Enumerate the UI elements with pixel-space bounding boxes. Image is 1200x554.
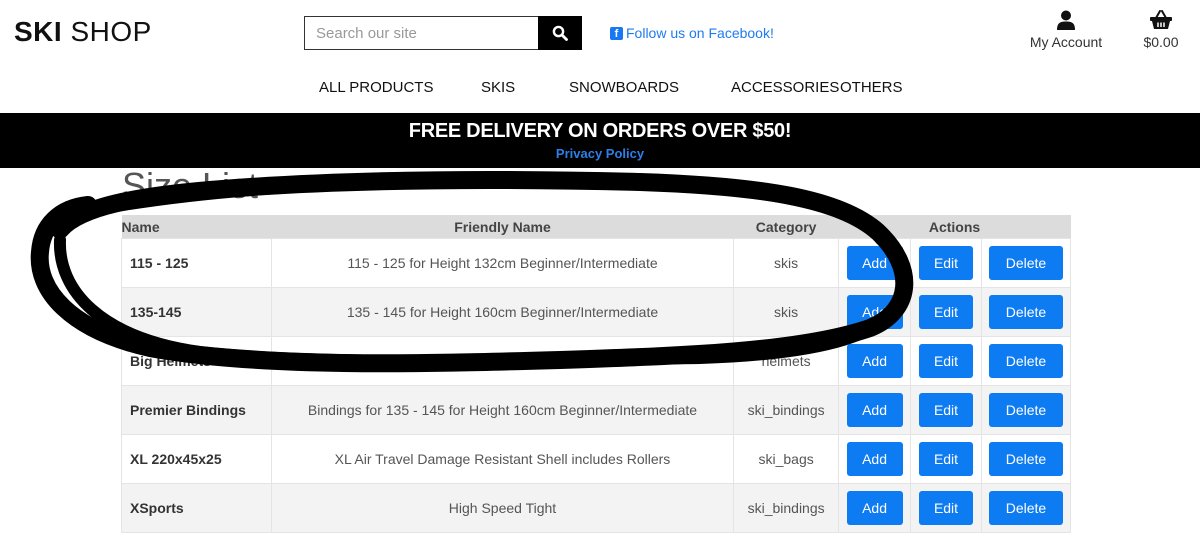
edit-button[interactable]: Edit <box>919 246 973 280</box>
logo-light-text: SHOP <box>70 16 152 47</box>
delete-cell: Delete <box>980 287 1072 337</box>
add-button[interactable]: Add <box>846 246 903 280</box>
search-input[interactable] <box>304 16 538 50</box>
search-button[interactable] <box>538 16 582 50</box>
edit-button[interactable]: Edit <box>919 491 973 525</box>
category: ski_bindings <box>733 483 840 533</box>
category: ski_bindings <box>733 385 840 435</box>
user-icon <box>1057 10 1075 30</box>
edit-button[interactable]: Edit <box>919 344 973 378</box>
edit-button[interactable]: Edit <box>919 393 973 427</box>
edit-cell: Edit <box>910 483 982 533</box>
my-account-label: My Account <box>1029 34 1103 50</box>
delete-cell: Delete <box>980 385 1072 435</box>
logo-bold-text: SKI <box>14 16 63 47</box>
search-form <box>304 16 582 50</box>
friendly-name: For Adult Males <box>270 336 735 386</box>
table-row: XL 220x45x25 XL Air Travel Damage Resista… <box>121 434 1072 484</box>
header-friendly-name: Friendly Name <box>271 215 734 239</box>
delete-button[interactable]: Delete <box>988 393 1063 427</box>
category: ski_bags <box>733 434 840 484</box>
add-button[interactable]: Add <box>846 442 903 476</box>
table-row: Premier Bindings Bindings for 135 - 145 f… <box>121 385 1072 435</box>
header-category: Category <box>733 215 839 239</box>
nav-accessories[interactable]: ACCESSORIES <box>731 79 839 96</box>
size-name: 135-145 <box>121 287 272 337</box>
edit-cell: Edit <box>910 336 982 386</box>
add-button[interactable]: Add <box>846 393 903 427</box>
add-button[interactable]: Add <box>846 344 903 378</box>
nav-snowboards[interactable]: SNOWBOARDS <box>569 79 679 96</box>
nav-skis[interactable]: SKIS <box>481 79 515 96</box>
friendly-name: High Speed Tight <box>270 483 735 533</box>
table-row: Big Helmets For Adult Males helmets Add Edit… <box>121 336 1072 386</box>
edit-button[interactable]: Edit <box>919 442 973 476</box>
table-header-row: Name Friendly Name Category Actions <box>121 215 1071 239</box>
size-table: Name Friendly Name Category Actions 115 … <box>121 215 1072 533</box>
table-row: 115 - 125 115 - 125 for Height 132cm Begi… <box>121 238 1072 288</box>
delete-button[interactable]: Delete <box>988 246 1063 280</box>
add-cell: Add <box>838 336 912 386</box>
cart-total: $0.00 <box>1143 34 1179 50</box>
delivery-banner: FREE DELIVERY ON ORDERS OVER $50! Privac… <box>0 113 1200 168</box>
add-cell: Add <box>838 385 912 435</box>
facebook-icon: f <box>610 26 623 40</box>
shopping-bag-link[interactable]: $0.00 <box>1135 10 1187 50</box>
size-name: Premier Bindings <box>121 385 272 435</box>
friendly-name: XL Air Travel Damage Resistant Shell inc… <box>270 434 735 484</box>
size-name: Big Helmets <box>121 336 272 386</box>
table-row: 135-145 135 - 145 for Height 160cm Beginn… <box>121 287 1072 337</box>
category: helmets <box>733 336 840 386</box>
table-body: 115 - 125 115 - 125 for Height 132cm Begi… <box>121 238 1072 533</box>
size-name: 115 - 125 <box>121 238 272 288</box>
category: skis <box>733 238 840 288</box>
search-icon <box>552 25 568 41</box>
delete-button[interactable]: Delete <box>988 295 1063 329</box>
delete-cell: Delete <box>980 434 1072 484</box>
nav-others[interactable]: OTHERS <box>840 79 903 96</box>
edit-cell: Edit <box>910 287 982 337</box>
facebook-link[interactable]: f Follow us on Facebook! <box>610 25 774 41</box>
add-cell: Add <box>838 238 912 288</box>
shopping-basket-icon <box>1150 10 1172 29</box>
delete-cell: Delete <box>980 483 1072 533</box>
friendly-name: 115 - 125 for Height 132cm Beginner/Inte… <box>270 238 735 288</box>
edit-cell: Edit <box>910 385 982 435</box>
delete-button[interactable]: Delete <box>988 344 1063 378</box>
size-name: XL 220x45x25 <box>121 434 272 484</box>
my-account-link[interactable]: My Account <box>1020 10 1112 50</box>
add-button[interactable]: Add <box>846 295 903 329</box>
delete-button[interactable]: Delete <box>988 491 1063 525</box>
facebook-link-text: Follow us on Facebook! <box>626 25 774 41</box>
delete-cell: Delete <box>980 238 1072 288</box>
delete-cell: Delete <box>980 336 1072 386</box>
add-cell: Add <box>838 483 912 533</box>
nav-all-products[interactable]: ALL PRODUCTS <box>319 79 433 96</box>
size-name: XSports <box>121 483 272 533</box>
header-name: Name <box>121 215 272 239</box>
add-cell: Add <box>838 434 912 484</box>
friendly-name: Bindings for 135 - 145 for Height 160cm … <box>270 385 735 435</box>
table-row: XSports High Speed Tight ski_bindings Add Ed… <box>121 483 1072 533</box>
delete-button[interactable]: Delete <box>988 442 1063 476</box>
page-title: Size List <box>122 165 259 206</box>
add-cell: Add <box>838 287 912 337</box>
header-actions: Actions <box>838 215 1071 239</box>
edit-cell: Edit <box>910 434 982 484</box>
edit-cell: Edit <box>910 238 982 288</box>
delivery-headline: FREE DELIVERY ON ORDERS OVER $50! <box>408 120 792 142</box>
category: skis <box>733 287 840 337</box>
site-logo[interactable]: SKI SHOP <box>14 16 152 48</box>
privacy-policy-link[interactable]: Privacy Policy <box>0 146 1200 161</box>
main-nav: ALL PRODUCTS SKIS SNOWBOARDS ACCESSORIES… <box>0 79 1200 99</box>
add-button[interactable]: Add <box>846 491 903 525</box>
friendly-name: 135 - 145 for Height 160cm Beginner/Inte… <box>270 287 735 337</box>
edit-button[interactable]: Edit <box>919 295 973 329</box>
